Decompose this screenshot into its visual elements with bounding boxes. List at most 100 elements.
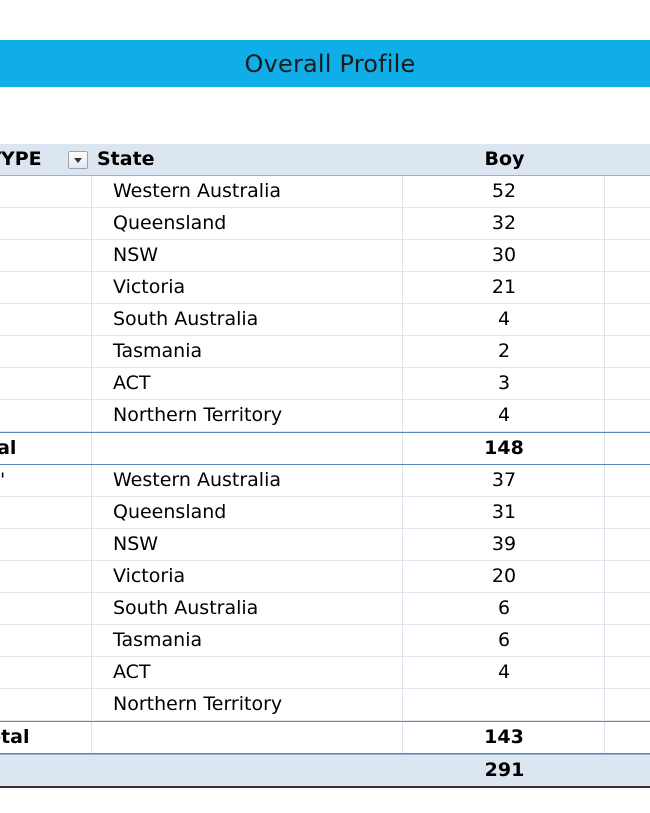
- next-cell: [606, 336, 650, 367]
- state-cell: ACT: [93, 368, 403, 399]
- table-row[interactable]: Tasmania 6: [0, 625, 650, 657]
- boy-cell: 52: [404, 176, 605, 207]
- subtotal-label: tal: [0, 433, 92, 464]
- state-cell: Queensland: [93, 208, 403, 239]
- table-row[interactable]: ACT 3: [0, 368, 650, 400]
- state-cell: Northern Territory: [93, 400, 403, 431]
- column-header-type-label: TYPE: [0, 148, 42, 170]
- column-header-next: [606, 144, 650, 175]
- type-cell: [0, 304, 92, 335]
- next-cell: [606, 208, 650, 239]
- boy-cell: 4: [404, 304, 605, 335]
- subtotal-row[interactable]: tal 148: [0, 432, 650, 465]
- boy-cell: 4: [404, 400, 605, 431]
- table-row[interactable]: Queensland 32: [0, 208, 650, 240]
- next-cell: [606, 240, 650, 271]
- boy-cell: 37: [404, 465, 605, 496]
- boy-cell: 39: [404, 529, 605, 560]
- type-cell: [0, 176, 92, 207]
- next-cell: [606, 657, 650, 688]
- pivot-header-row: TYPE State Boy: [0, 144, 650, 176]
- type-cell: [0, 336, 92, 367]
- state-cell: NSW: [93, 529, 403, 560]
- table-row[interactable]: ACT 4: [0, 657, 650, 689]
- pivot-table: TYPE State Boy Western Australia 52 Quee…: [0, 144, 650, 788]
- boy-cell: 4: [404, 657, 605, 688]
- table-row[interactable]: Victoria 21: [0, 272, 650, 304]
- type-cell: [0, 208, 92, 239]
- boy-cell: 3: [404, 368, 605, 399]
- title-banner: Overall Profile: [0, 40, 650, 87]
- next-cell: [606, 304, 650, 335]
- state-cell: Queensland: [93, 497, 403, 528]
- state-cell: Western Australia: [93, 465, 403, 496]
- next-cell: [606, 689, 650, 720]
- table-row[interactable]: ' Western Australia 37: [0, 465, 650, 497]
- next-cell: [606, 465, 650, 496]
- state-cell: Western Australia: [93, 176, 403, 207]
- next-cell: [606, 400, 650, 431]
- table-row[interactable]: Northern Territory 4: [0, 400, 650, 432]
- type-cell: [0, 561, 92, 592]
- grand-total-row[interactable]: 291: [0, 754, 650, 788]
- state-cell: Victoria: [93, 561, 403, 592]
- next-cell: [606, 176, 650, 207]
- type-cell: [0, 593, 92, 624]
- table-row[interactable]: Western Australia 52: [0, 176, 650, 208]
- grand-total-boy: 291: [484, 759, 525, 781]
- type-filter-button[interactable]: [68, 151, 88, 169]
- state-cell: Tasmania: [93, 625, 403, 656]
- state-cell: [93, 433, 403, 464]
- next-cell: [606, 593, 650, 624]
- subtotal-row[interactable]: otal 143: [0, 721, 650, 754]
- next-cell: [606, 722, 650, 753]
- state-cell: [93, 722, 403, 753]
- state-cell: NSW: [93, 240, 403, 271]
- table-row[interactable]: Tasmania 2: [0, 336, 650, 368]
- type-cell: [0, 497, 92, 528]
- state-cell: South Australia: [93, 593, 403, 624]
- column-header-state: State: [93, 144, 403, 175]
- subtotal-boy: 143: [404, 722, 605, 753]
- table-row[interactable]: South Australia 6: [0, 593, 650, 625]
- page-title: Overall Profile: [244, 49, 416, 78]
- next-cell: [606, 529, 650, 560]
- boy-cell: 30: [404, 240, 605, 271]
- table-row[interactable]: Queensland 31: [0, 497, 650, 529]
- boy-cell: 20: [404, 561, 605, 592]
- type-cell: [0, 400, 92, 431]
- state-cell: Victoria: [93, 272, 403, 303]
- boy-cell: 32: [404, 208, 605, 239]
- subtotal-boy: 148: [404, 433, 605, 464]
- column-header-type: TYPE: [0, 144, 92, 175]
- state-cell: South Australia: [93, 304, 403, 335]
- type-cell: [0, 272, 92, 303]
- subtotal-label: otal: [0, 722, 92, 753]
- table-row[interactable]: NSW 30: [0, 240, 650, 272]
- type-fragment: ': [0, 469, 6, 491]
- type-cell: [0, 657, 92, 688]
- state-cell: ACT: [93, 657, 403, 688]
- next-cell: [606, 755, 650, 786]
- grand-total-label: [0, 755, 92, 786]
- table-row[interactable]: South Australia 4: [0, 304, 650, 336]
- next-cell: [606, 433, 650, 464]
- boy-cell: 6: [404, 625, 605, 656]
- type-cell: [0, 368, 92, 399]
- next-cell: [606, 368, 650, 399]
- dropdown-arrow-icon: [74, 157, 82, 163]
- state-cell: Northern Territory: [93, 689, 403, 720]
- boy-cell: 2: [404, 336, 605, 367]
- boy-cell: 31: [404, 497, 605, 528]
- boy-cell: [404, 689, 605, 720]
- table-row[interactable]: NSW 39: [0, 529, 650, 561]
- table-row[interactable]: Victoria 20: [0, 561, 650, 593]
- type-cell: [0, 689, 92, 720]
- column-header-state-label: State: [97, 148, 155, 170]
- state-cell: Tasmania: [93, 336, 403, 367]
- boy-cell: 21: [404, 272, 605, 303]
- next-cell: [606, 561, 650, 592]
- table-row[interactable]: Northern Territory: [0, 689, 650, 721]
- state-cell: [93, 755, 403, 786]
- column-header-boy: Boy: [484, 148, 525, 170]
